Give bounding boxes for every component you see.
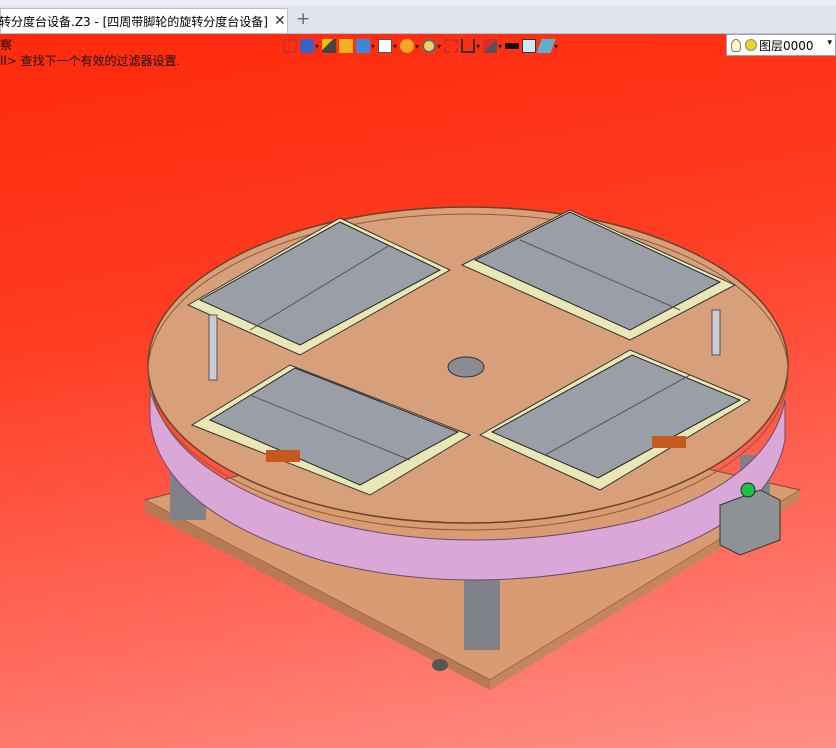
document-tab-bar: 转分度台设备.Z3 - [四周带脚轮的旋转分度台设备] ✕ + <box>0 6 836 34</box>
line-color-button[interactable] <box>505 36 520 56</box>
section-button[interactable]: ▾ <box>461 36 480 56</box>
caster-wheel <box>432 659 448 671</box>
shade-icon <box>339 39 354 53</box>
document-tab[interactable]: 转分度台设备.Z3 - [四周带脚轮的旋转分度台设备] ✕ <box>0 8 288 33</box>
cube-view-icon <box>356 39 371 53</box>
exit-icon <box>283 39 297 53</box>
pie-icon <box>400 39 415 53</box>
rotary-indexing-table-model <box>143 206 802 690</box>
guide-post <box>208 314 218 381</box>
close-tab-icon[interactable]: ✕ <box>274 13 286 29</box>
zoom-button[interactable]: ▾ <box>422 36 441 56</box>
chevron-down-icon[interactable]: ▾ <box>827 38 832 48</box>
command-label: 察 <box>0 38 13 52</box>
shade-button[interactable] <box>339 36 354 56</box>
filter-icon <box>483 39 498 53</box>
3d-viewport[interactable]: 察 ll> 查找下一个有效的过滤器设置. ▾ ▾ ▾ ▾ ▾ ▾ ▾ ▾ 图层0… <box>0 34 836 748</box>
support-leg <box>464 570 500 650</box>
filter-button[interactable]: ▾ <box>483 36 502 56</box>
pie-button[interactable]: ▾ <box>400 36 419 56</box>
guide-post <box>711 309 721 356</box>
view-toolbar: ▾ ▾ ▾ ▾ ▾ ▾ ▾ ▾ <box>283 35 561 57</box>
box-view-button[interactable]: ▾ <box>378 36 397 56</box>
layer-color-icon <box>536 39 556 53</box>
sketch-icon <box>322 39 337 53</box>
face-color-button[interactable] <box>522 36 537 56</box>
layer-color-button[interactable]: ▾ <box>536 36 558 56</box>
sketch-button[interactable] <box>322 36 337 56</box>
layer-name: 图层0000 <box>759 38 814 53</box>
center-hub <box>447 356 485 378</box>
white-swatch <box>522 39 537 53</box>
section-icon <box>461 39 476 53</box>
black-swatch <box>505 43 520 49</box>
fit-button[interactable] <box>444 36 459 56</box>
zoom-icon <box>422 39 437 53</box>
layer-selector[interactable]: 图层0000 ▾ <box>726 34 836 56</box>
fit-icon <box>444 39 459 53</box>
box-view-icon <box>378 39 393 53</box>
view-orient-icon <box>300 39 314 53</box>
bulb-icon <box>731 38 741 52</box>
layer-status-icon <box>745 39 757 51</box>
new-tab-button[interactable]: + <box>296 9 310 29</box>
command-prompt: ll> 查找下一个有效的过滤器设置. <box>0 54 181 68</box>
exit-button[interactable] <box>283 36 297 56</box>
cube-view-button[interactable]: ▾ <box>356 36 375 56</box>
view-orient-button[interactable]: ▾ <box>300 36 319 56</box>
document-tab-title: 转分度台设备.Z3 - [四周带脚轮的旋转分度台设备] <box>0 14 268 29</box>
